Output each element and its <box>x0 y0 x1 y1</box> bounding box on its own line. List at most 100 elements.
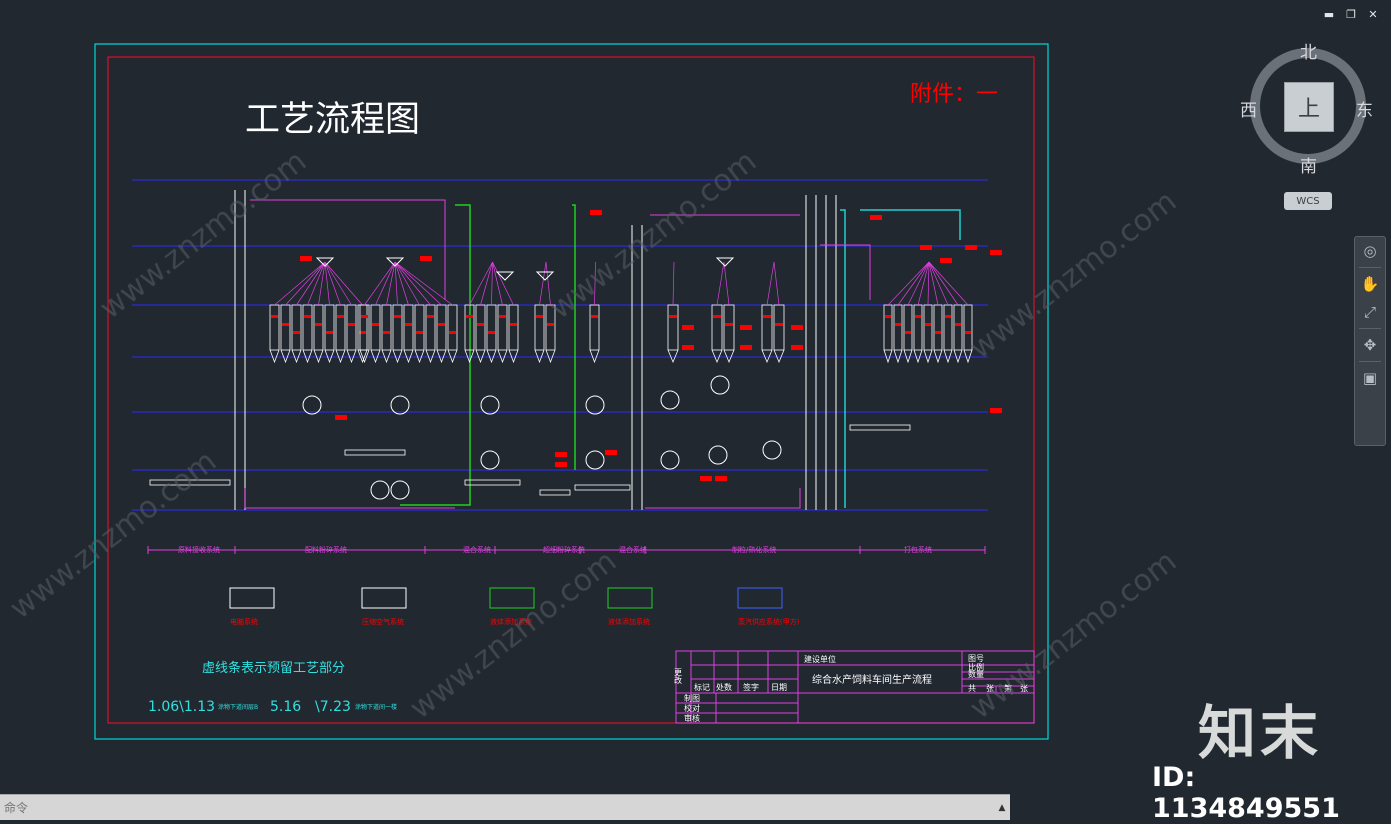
watermark-id: ID: 1134849551 <box>1152 762 1340 824</box>
duct <box>250 199 446 300</box>
bottom-elevation-1: 1.06\1.13 <box>148 699 215 715</box>
label-tag <box>449 331 456 334</box>
silo-bin <box>534 304 545 351</box>
label-tag <box>682 345 694 350</box>
outer-frame <box>94 43 1049 740</box>
machine-unit <box>585 395 605 415</box>
distributor <box>715 257 735 267</box>
green-pipe <box>572 204 576 470</box>
machine-unit <box>390 395 410 415</box>
tb-change-label: 更改 <box>674 668 683 685</box>
label-tag <box>590 210 602 215</box>
silo-bin <box>943 304 953 351</box>
silo-hopper <box>346 349 357 364</box>
section-label: 原料接收系统 <box>178 545 220 554</box>
silo-bin <box>335 304 346 351</box>
silo-bin <box>497 304 508 351</box>
feed-line <box>480 261 493 306</box>
viewcube[interactable]: 北 南 西 东 上 WCS <box>1238 38 1378 218</box>
restore-button[interactable]: ❐ <box>1345 8 1357 21</box>
steering-wheel-icon[interactable]: ◎ <box>1355 237 1385 265</box>
silo-bin <box>883 304 893 351</box>
drawing-viewport[interactable]: 工艺流程图 附件：一 原料接收系统 配料粉碎系统 混合系统 超细粉碎系统 混合系统 制粒/… <box>0 0 1391 824</box>
silo-bin <box>447 304 458 351</box>
label-tag <box>915 315 921 318</box>
label-tag <box>740 325 752 330</box>
machine-unit <box>302 395 322 415</box>
section-label: 超细粉碎系统 <box>543 545 585 554</box>
silo-hopper <box>723 349 735 364</box>
conveyor <box>849 424 911 431</box>
attachment-label: 附件：一 <box>910 82 998 107</box>
cad-drawing-canvas[interactable]: 工艺流程图 附件：一 原料接收系统 配料粉碎系统 混合系统 超细粉碎系统 混合系统 制粒/… <box>0 0 1391 820</box>
label-tag <box>304 315 311 318</box>
silo-hopper <box>773 349 785 364</box>
pan-icon[interactable]: ✋ <box>1355 270 1385 298</box>
conveyor <box>344 449 406 456</box>
silo-hopper <box>381 349 392 364</box>
tb-row-review: 审核 <box>684 713 700 723</box>
label-tag <box>337 315 344 318</box>
label-tag <box>438 323 445 326</box>
dashed-line-note: 虚线条表示预留工艺部分 <box>202 660 345 676</box>
feed-line <box>285 261 326 306</box>
silo-bin <box>269 304 280 351</box>
label-tag <box>477 323 484 326</box>
showmotion-icon[interactable]: ▣ <box>1355 364 1385 392</box>
wcs-dropdown[interactable]: WCS <box>1284 192 1332 210</box>
feed-line <box>324 261 363 306</box>
silo-hopper <box>497 349 508 364</box>
silo-hopper <box>933 349 943 364</box>
compass-south[interactable]: 南 <box>1300 152 1317 177</box>
command-history-arrow-icon[interactable]: ▲ <box>994 797 1010 819</box>
label-tag <box>315 323 322 326</box>
compass-east[interactable]: 东 <box>1356 96 1373 121</box>
feed-line <box>307 261 326 306</box>
label-tag <box>715 476 727 481</box>
viewcube-top-face[interactable]: 上 <box>1284 82 1334 132</box>
silo-bin <box>425 304 436 351</box>
feed-line <box>492 261 503 306</box>
silo-bin <box>392 304 403 351</box>
label-tag <box>682 325 694 330</box>
command-line: ▲ <box>0 794 1010 820</box>
drawing-title: 工艺流程图 <box>245 100 420 140</box>
orbit-icon[interactable]: ✥ <box>1355 331 1385 359</box>
green-pipe <box>400 204 471 506</box>
close-button[interactable]: ✕ <box>1367 8 1379 21</box>
silo-hopper <box>392 349 403 364</box>
silo-bin <box>773 304 785 351</box>
silo-hopper <box>324 349 335 364</box>
silo-hopper <box>534 349 545 364</box>
svg-text:www.znzmo.com: www.znzmo.com <box>963 184 1183 366</box>
label-tag <box>945 315 951 318</box>
svg-text:www.znzmo.com: www.znzmo.com <box>403 544 623 726</box>
zoom-icon[interactable]: ⤢ <box>1355 298 1385 326</box>
label-tag <box>427 315 434 318</box>
compass-west[interactable]: 西 <box>1240 96 1257 121</box>
minimize-button[interactable]: ▬ <box>1323 8 1335 21</box>
section-label: 配料粉碎系统 <box>305 545 347 554</box>
label-tag <box>326 331 333 334</box>
label-tag <box>700 476 712 481</box>
label-tag <box>394 315 401 318</box>
silo-hopper <box>436 349 447 364</box>
machine-unit <box>660 450 680 470</box>
compass-north[interactable]: 北 <box>1300 38 1317 63</box>
feed-line <box>928 261 969 306</box>
distributor <box>535 271 555 281</box>
silo-bin <box>302 304 313 351</box>
cyan-pipe <box>860 209 961 240</box>
silo-hopper <box>545 349 556 364</box>
silo-bin <box>357 304 368 351</box>
silo-hopper <box>667 349 679 364</box>
command-input[interactable] <box>0 796 994 819</box>
label-tag <box>725 323 733 326</box>
machine-unit <box>762 440 782 460</box>
tb-project-name: 综合水产饲料车间生产流程 <box>812 673 932 686</box>
silo-hopper <box>903 349 913 364</box>
silo-hopper <box>883 349 893 364</box>
silo-bin <box>359 304 370 351</box>
feed-line <box>672 261 675 306</box>
silo-hopper <box>313 349 324 364</box>
